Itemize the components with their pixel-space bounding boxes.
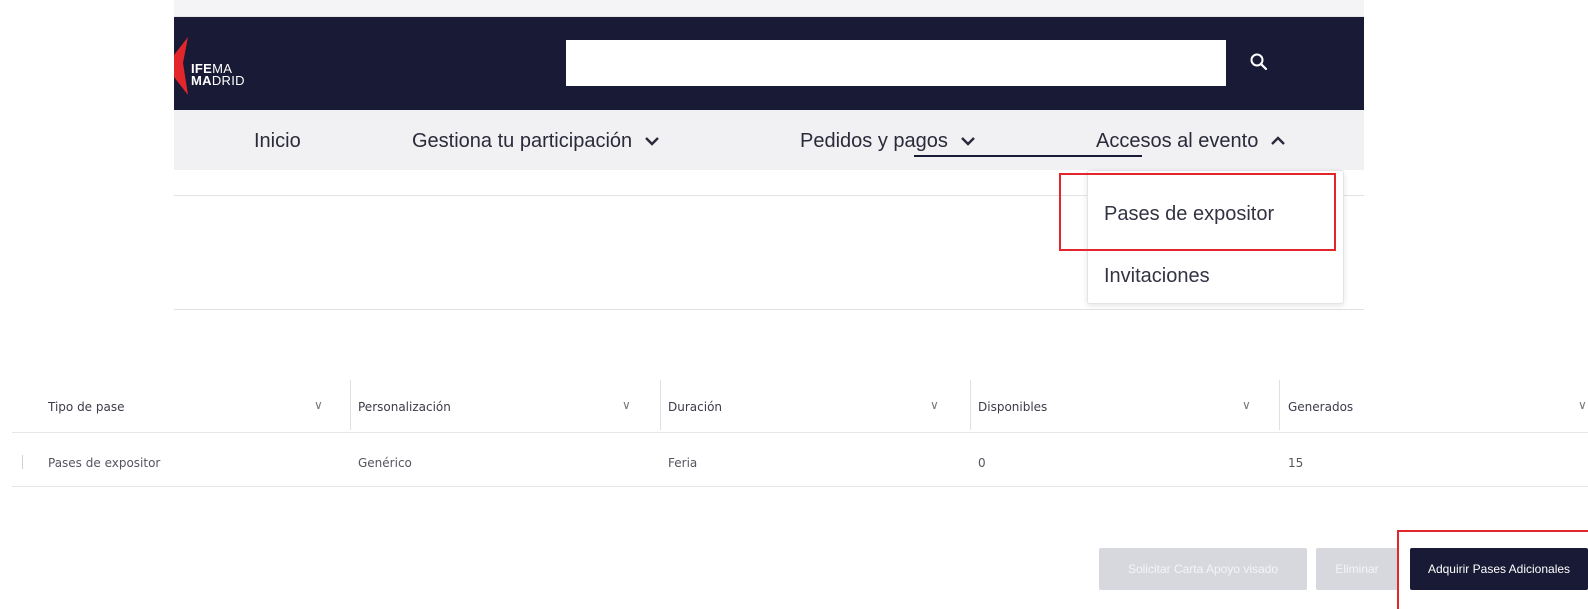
ifema-logo[interactable]: IFEMA MADRID — [174, 37, 264, 97]
menu-item-label: Pases de expositor — [1104, 203, 1275, 225]
cell-generados: 15 — [1288, 456, 1303, 470]
logo-line2-bold: MA — [191, 73, 212, 88]
button-label: Solicitar Carta Apoyo visado — [1127, 562, 1279, 576]
column-header-personalizacion[interactable]: Personalización — [358, 400, 451, 414]
row-rule — [12, 486, 1588, 487]
search-input[interactable] — [566, 40, 1226, 86]
column-header-label: Tipo de pase — [48, 400, 125, 414]
sort-chevron-icon[interactable]: ∨ — [930, 398, 939, 412]
passes-table: Tipo de pase ∨ Personalización ∨ Duració… — [0, 380, 1588, 490]
column-header-label: Generados — [1288, 400, 1354, 414]
column-header-label: Personalización — [358, 400, 451, 414]
cell-value: Pases de expositor — [48, 456, 161, 470]
cell-value: Feria — [668, 456, 698, 470]
column-separator — [1279, 380, 1280, 430]
cell-value: Genérico — [358, 456, 412, 470]
sort-chevron-icon[interactable]: ∨ — [314, 398, 323, 412]
nav-item-gestiona[interactable]: Gestiona tu participación — [412, 128, 660, 154]
divider — [174, 309, 1364, 310]
nav-item-label: Accesos al evento — [1096, 129, 1259, 152]
eliminar-button[interactable]: Eliminar — [1316, 548, 1398, 590]
nav-item-label: Inicio — [254, 129, 301, 152]
page: IFEMA MADRID Inicio Gestiona tu particip… — [0, 0, 1588, 609]
sort-chevron-icon[interactable]: ∨ — [622, 398, 631, 412]
cell-value: 15 — [1288, 456, 1304, 470]
nav-item-label: Gestiona tu participación — [412, 129, 633, 152]
button-label: Adquirir Pases Adicionales — [1427, 562, 1571, 576]
column-header-tipo-de-pase[interactable]: Tipo de pase — [48, 400, 125, 414]
cell-value: 0 — [978, 456, 986, 470]
cell-tipo-de-pase: Pases de expositor — [48, 456, 160, 470]
site-header: IFEMA MADRID — [174, 17, 1364, 110]
column-header-duracion[interactable]: Duración — [668, 400, 722, 414]
chevron-up-icon — [1270, 136, 1286, 146]
cell-personalizacion: Genérico — [358, 456, 412, 470]
search-button[interactable] — [1242, 45, 1276, 79]
menu-item-label: Invitaciones — [1104, 265, 1210, 287]
cell-duracion: Feria — [668, 456, 697, 470]
menu-item-pases-expositor[interactable]: Pases de expositor — [1104, 203, 1274, 226]
column-header-label: Disponibles — [978, 400, 1048, 414]
column-header-disponibles[interactable]: Disponibles — [978, 400, 1047, 414]
nav-item-pedidos[interactable]: Pedidos y pagos — [800, 128, 976, 154]
main-nav: Inicio Gestiona tu participación Pedidos… — [174, 110, 1364, 170]
chevron-down-icon — [644, 136, 660, 146]
column-separator — [970, 380, 971, 430]
nav-item-label: Pedidos y pagos — [800, 129, 948, 152]
logo-wordmark: IFEMA MADRID — [191, 62, 245, 88]
nav-item-accesos[interactable]: Accesos al evento — [1096, 128, 1286, 154]
nav-item-inicio[interactable]: Inicio — [254, 128, 301, 154]
window-top-strip — [174, 0, 1364, 17]
header-rule — [12, 432, 1588, 433]
cell-disponibles: 0 — [978, 456, 986, 470]
row-select-checkbox[interactable] — [22, 455, 30, 469]
sort-chevron-icon[interactable]: ∨ — [1242, 398, 1251, 412]
button-label: Eliminar — [1335, 562, 1379, 576]
column-header-label: Duración — [668, 400, 723, 414]
accesos-dropdown-menu: Pases de expositor Invitaciones — [1087, 170, 1344, 304]
sort-chevron-icon[interactable]: ∨ — [1578, 398, 1587, 412]
menu-item-invitaciones[interactable]: Invitaciones — [1104, 265, 1210, 288]
column-separator — [350, 380, 351, 430]
adquirir-pases-adicionales-button[interactable]: Adquirir Pases Adicionales — [1410, 548, 1588, 590]
solicitar-carta-apoyo-button[interactable]: Solicitar Carta Apoyo visado — [1099, 548, 1307, 590]
chevron-down-icon — [960, 136, 976, 146]
nav-active-underline — [914, 155, 1142, 157]
column-separator — [660, 380, 661, 430]
logo-mark-icon — [174, 37, 188, 95]
column-header-generados[interactable]: Generados — [1288, 400, 1353, 414]
search-icon — [1250, 53, 1268, 71]
logo-line2-rest: DRID — [211, 73, 245, 88]
